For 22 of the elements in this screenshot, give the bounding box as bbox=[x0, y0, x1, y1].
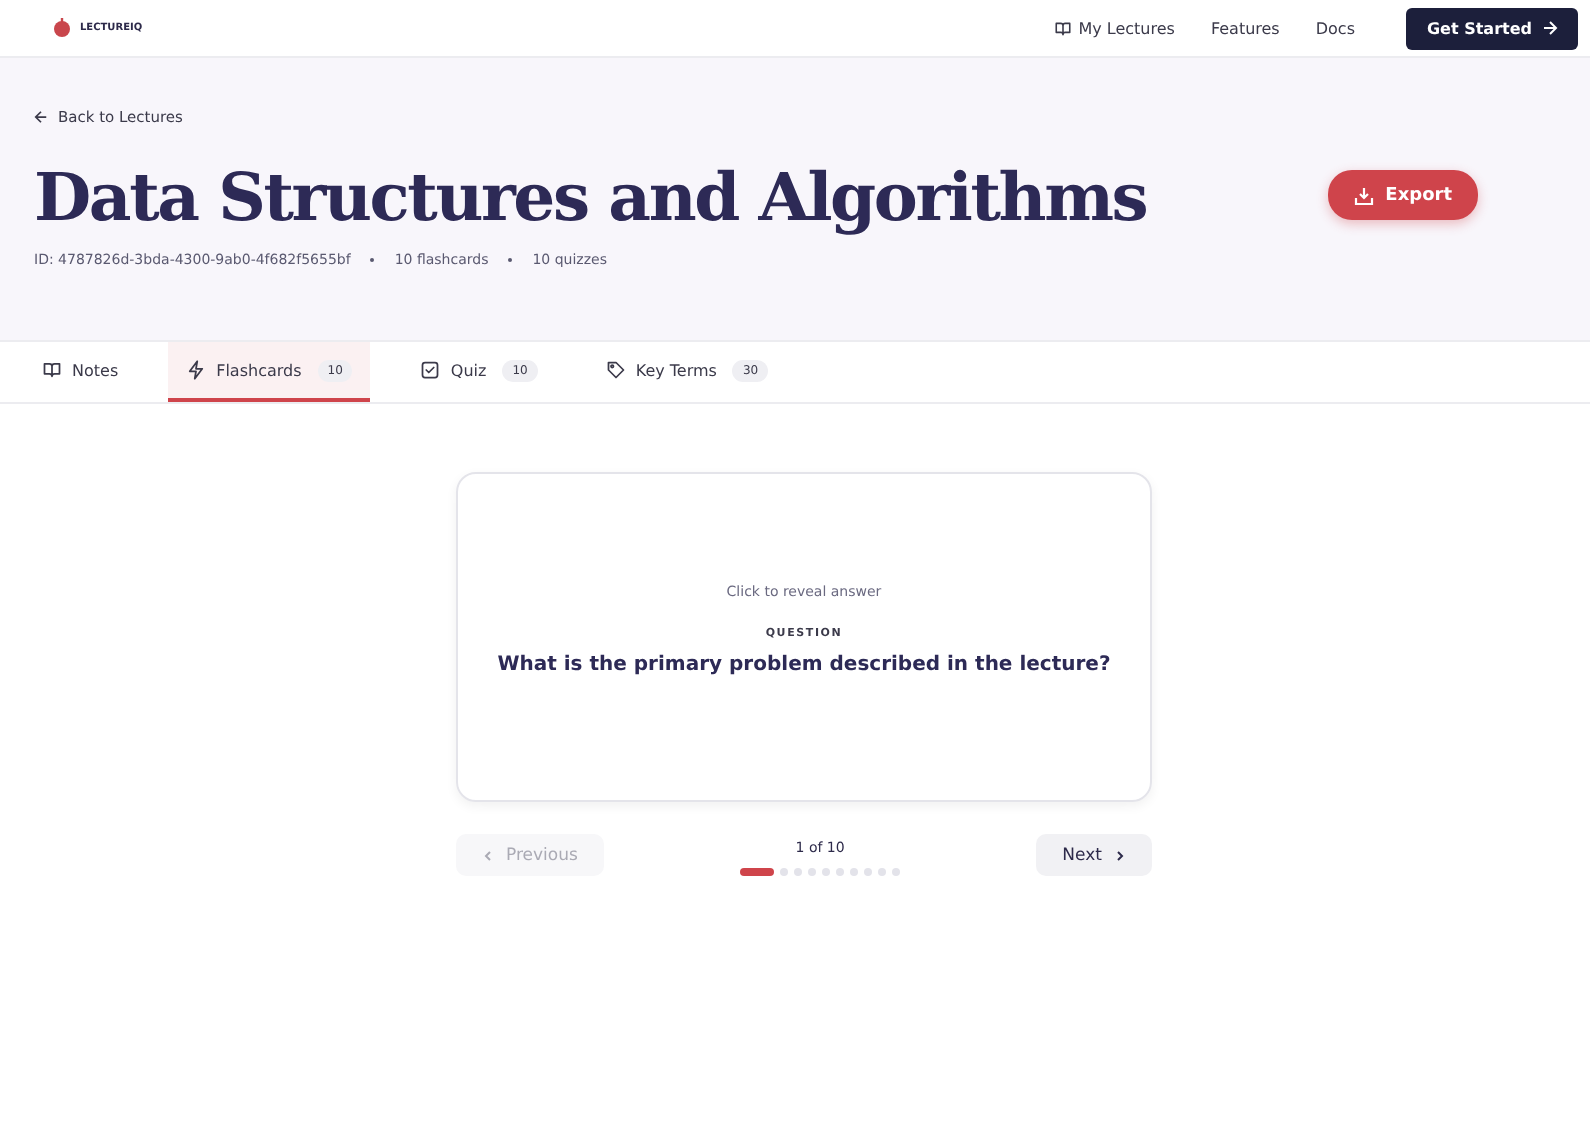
book-icon bbox=[1054, 19, 1073, 37]
next-button[interactable]: Next bbox=[1036, 834, 1152, 876]
logo-icon bbox=[52, 18, 72, 38]
nav-link[interactable]: Features bbox=[1210, 19, 1280, 37]
back-arrow-icon bbox=[34, 110, 48, 124]
nav-link[interactable]: My Lectures bbox=[1054, 19, 1175, 37]
tag-icon bbox=[605, 360, 626, 380]
separator-dot bbox=[508, 258, 513, 262]
check-icon bbox=[420, 360, 441, 380]
book-icon bbox=[42, 360, 62, 380]
nav-link[interactable]: Docs bbox=[1315, 19, 1355, 37]
tab[interactable]: Notes bbox=[24, 342, 137, 402]
lecture-title: Data Structures and Algorithms bbox=[34, 158, 1147, 236]
export-button[interactable]: Export bbox=[1327, 170, 1478, 220]
download-icon bbox=[1353, 185, 1374, 205]
get-started-button[interactable]: Get Started bbox=[1406, 7, 1578, 49]
separator-dot bbox=[370, 258, 375, 262]
chevron-icon bbox=[482, 849, 494, 861]
arrow-right-icon bbox=[1542, 20, 1558, 36]
question-text: What is the primary problem described in the lecture? bbox=[497, 654, 1111, 676]
chevron-icon bbox=[1113, 849, 1126, 861]
bolt-icon bbox=[186, 360, 207, 380]
